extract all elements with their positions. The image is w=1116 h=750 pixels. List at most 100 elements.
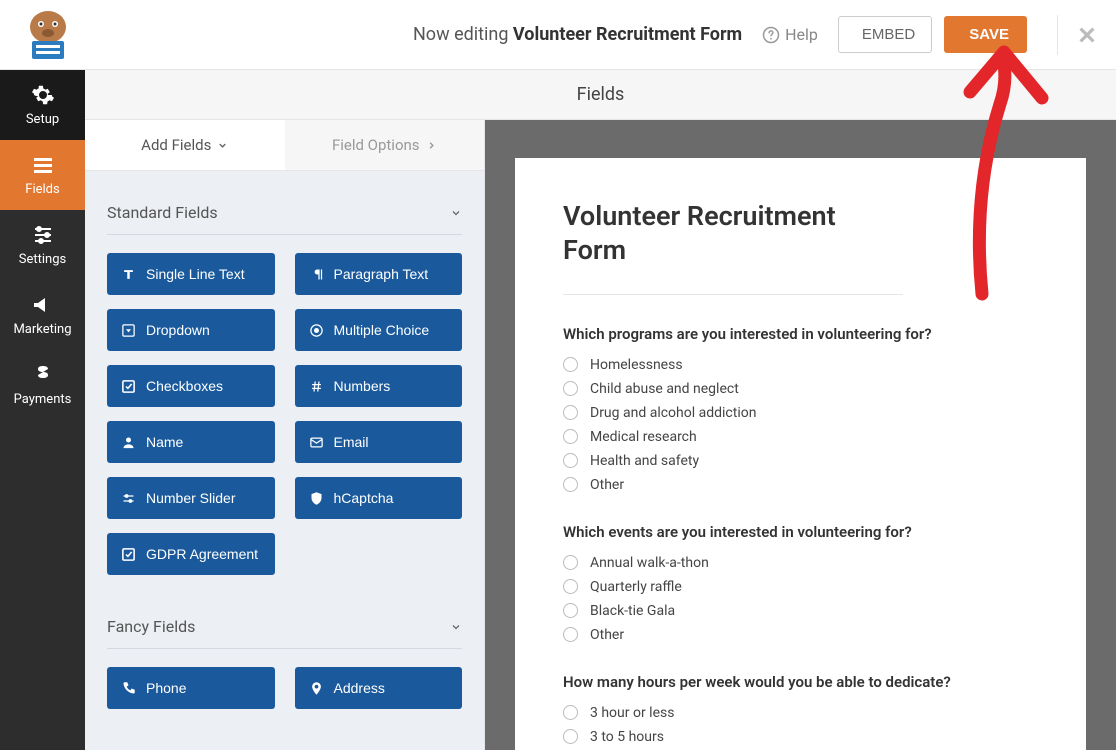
- text-icon: [121, 267, 136, 282]
- radio-icon: [563, 381, 578, 396]
- radio-option[interactable]: Drug and alcohol addiction: [563, 405, 1038, 421]
- field-numbers[interactable]: Numbers: [295, 365, 463, 407]
- radio-icon: [563, 603, 578, 618]
- close-button[interactable]: [1057, 15, 1098, 55]
- group-label: Standard Fields: [107, 203, 218, 222]
- radio-icon: [563, 627, 578, 642]
- chevron-down-icon: [450, 621, 462, 633]
- field-multiple-choice[interactable]: Multiple Choice: [295, 309, 463, 351]
- sliders-h-icon: [121, 491, 136, 506]
- option-label: Other: [590, 477, 624, 493]
- field-label: GDPR Agreement: [146, 546, 258, 562]
- editing-prefix: Now editing: [413, 24, 513, 45]
- radio-icon: [563, 579, 578, 594]
- save-label: SAVE: [969, 26, 1009, 43]
- radio-option[interactable]: Other: [563, 477, 1038, 493]
- radio-option[interactable]: 3 hour or less: [563, 705, 1038, 721]
- field-hcaptcha[interactable]: hCaptcha: [295, 477, 463, 519]
- chevron-right-icon: [426, 140, 437, 151]
- radio-option[interactable]: Health and safety: [563, 453, 1038, 469]
- field-label: Paragraph Text: [334, 266, 429, 282]
- field-paragraph-text[interactable]: Paragraph Text: [295, 253, 463, 295]
- group-label: Fancy Fields: [107, 617, 195, 636]
- field-label: Email: [334, 434, 369, 450]
- nav-item-settings[interactable]: Settings: [0, 210, 85, 280]
- radio-option[interactable]: 3 to 5 hours: [563, 729, 1038, 745]
- top-bar: Now editing Volunteer Recruitment Form H…: [0, 0, 1116, 70]
- field-label: Dropdown: [146, 322, 210, 338]
- chevron-down-icon: [450, 207, 462, 219]
- save-button[interactable]: SAVE: [944, 16, 1027, 53]
- phone-icon: [121, 681, 136, 696]
- nav-item-marketing[interactable]: Marketing: [0, 280, 85, 350]
- radio-option[interactable]: Annual walk-a-thon: [563, 555, 1038, 571]
- group-header-standard[interactable]: Standard Fields: [107, 191, 462, 235]
- field-phone[interactable]: Phone: [107, 667, 275, 709]
- top-actions: Help EMBED SAVE: [762, 15, 1098, 55]
- field-label: Number Slider: [146, 490, 235, 506]
- option-label: Black-tie Gala: [590, 603, 675, 619]
- nav-label: Payments: [14, 392, 72, 407]
- field-label: Checkboxes: [146, 378, 223, 394]
- help-link[interactable]: Help: [762, 25, 818, 44]
- field-grid-standard: Single Line Text Paragraph Text Dropdown…: [107, 253, 462, 575]
- question-label: How many hours per week would you be abl…: [563, 673, 1038, 691]
- field-scroll[interactable]: Standard Fields Single Line Text Paragra…: [85, 171, 484, 750]
- caret-down-sq-icon: [121, 323, 136, 338]
- field-name[interactable]: Name: [107, 421, 275, 463]
- preview-panel: Volunteer Recruitment Form Which program…: [485, 120, 1116, 750]
- radio-option[interactable]: Other: [563, 627, 1038, 643]
- left-nav: Setup Fields Settings Marketing Payments: [0, 70, 85, 750]
- option-label: Child abuse and neglect: [590, 381, 739, 397]
- radio-icon: [563, 477, 578, 492]
- question-label: Which events are you interested in volun…: [563, 523, 1038, 541]
- nav-item-fields[interactable]: Fields: [0, 140, 85, 210]
- option-label: Quarterly raffle: [590, 579, 682, 595]
- editing-title: Now editing Volunteer Recruitment Form: [98, 24, 762, 45]
- radio-icon: [563, 357, 578, 372]
- radio-icon: [563, 405, 578, 420]
- radio-icon: [563, 555, 578, 570]
- radio-icon: [309, 323, 324, 338]
- field-label: hCaptcha: [334, 490, 394, 506]
- nav-item-payments[interactable]: Payments: [0, 350, 85, 420]
- radio-option[interactable]: Child abuse and neglect: [563, 381, 1038, 397]
- group-header-fancy[interactable]: Fancy Fields: [107, 605, 462, 649]
- option-label: Annual walk-a-thon: [590, 555, 709, 571]
- field-label: Single Line Text: [146, 266, 245, 282]
- field-label: Multiple Choice: [334, 322, 430, 338]
- nav-label: Fields: [25, 182, 59, 197]
- field-gdpr-agreement[interactable]: GDPR Agreement: [107, 533, 275, 575]
- radio-option[interactable]: Black-tie Gala: [563, 603, 1038, 619]
- nav-item-setup[interactable]: Setup: [0, 70, 85, 140]
- radio-option[interactable]: Quarterly raffle: [563, 579, 1038, 595]
- dollar-icon: [31, 363, 55, 387]
- field-number-slider[interactable]: Number Slider: [107, 477, 275, 519]
- field-checkboxes[interactable]: Checkboxes: [107, 365, 275, 407]
- option-label: Other: [590, 627, 624, 643]
- list-icon: [31, 153, 55, 177]
- radio-option[interactable]: Homelessness: [563, 357, 1038, 373]
- question-block: How many hours per week would you be abl…: [563, 673, 1038, 745]
- tab-add-fields[interactable]: Add Fields: [85, 120, 285, 170]
- radio-option[interactable]: Medical research: [563, 429, 1038, 445]
- field-address[interactable]: Address: [295, 667, 463, 709]
- gear-icon: [31, 83, 55, 107]
- tab-field-options[interactable]: Field Options: [285, 120, 485, 170]
- radio-icon: [563, 705, 578, 720]
- radio-icon: [563, 453, 578, 468]
- envelope-icon: [309, 435, 324, 450]
- field-email[interactable]: Email: [295, 421, 463, 463]
- option-label: Health and safety: [590, 453, 699, 469]
- form-preview[interactable]: Volunteer Recruitment Form Which program…: [515, 158, 1086, 750]
- field-label: Address: [334, 680, 385, 696]
- paragraph-icon: [309, 267, 324, 282]
- field-dropdown[interactable]: Dropdown: [107, 309, 275, 351]
- question-block: Which events are you interested in volun…: [563, 523, 1038, 643]
- option-label: 3 to 5 hours: [590, 729, 664, 745]
- field-label: Name: [146, 434, 183, 450]
- tab-label: Add Fields: [141, 136, 211, 154]
- field-single-line-text[interactable]: Single Line Text: [107, 253, 275, 295]
- embed-button[interactable]: EMBED: [838, 16, 932, 53]
- nav-label: Setup: [26, 112, 59, 127]
